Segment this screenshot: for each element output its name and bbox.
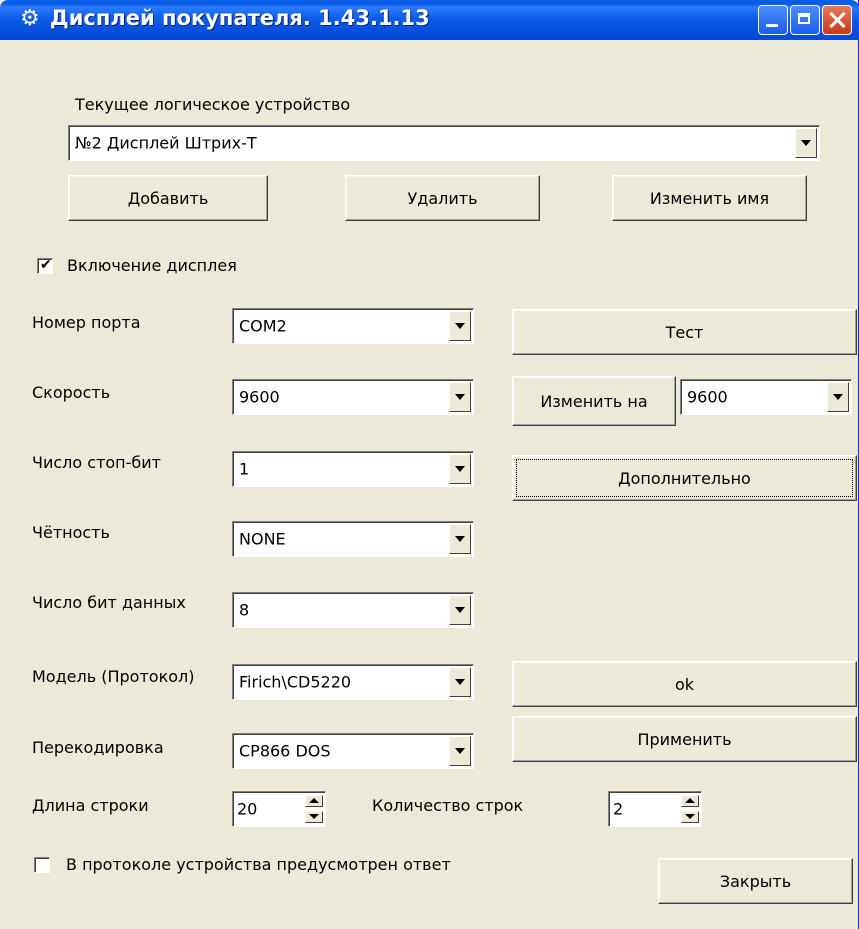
chevron-down-icon[interactable] xyxy=(449,736,471,766)
port-select-value: COM2 xyxy=(239,316,287,336)
device-select-value: №2 Дисплей Штрих-Т xyxy=(75,133,257,153)
chevron-down-icon[interactable] xyxy=(449,667,471,697)
speed-select[interactable]: 9600 xyxy=(232,379,474,415)
model-label: Модель (Протокол) xyxy=(32,667,195,686)
data-bits-select-value: 8 xyxy=(239,600,250,620)
model-select[interactable]: Firich\CD5220 xyxy=(232,664,474,700)
chevron-down-icon[interactable] xyxy=(449,382,471,412)
line-count-label: Количество строк xyxy=(372,796,524,815)
test-button[interactable]: Тест xyxy=(512,309,857,355)
recode-select-value: CP866 DOS xyxy=(239,741,331,761)
spin-down-icon[interactable] xyxy=(681,811,699,823)
chevron-down-icon[interactable] xyxy=(795,128,817,158)
chevron-down-icon[interactable] xyxy=(827,382,849,412)
speed-select-value: 9600 xyxy=(239,387,280,407)
advanced-button[interactable]: Дополнительно xyxy=(512,455,857,501)
response-checkbox[interactable] xyxy=(34,857,50,873)
spin-up-icon[interactable] xyxy=(305,795,323,807)
enable-display-checkbox[interactable]: ✔ xyxy=(37,257,53,274)
line-count-stepper[interactable]: 2 xyxy=(608,791,702,827)
response-label: В протоколе устройства предусмотрен отве… xyxy=(66,855,451,874)
port-select[interactable]: COM2 xyxy=(232,308,474,344)
display-settings-window: ⚙ Дисплей покупателя. 1.43.1.13 Текущее … xyxy=(0,0,859,929)
chevron-down-icon[interactable] xyxy=(449,454,471,484)
device-label: Текущее логическое устройство xyxy=(75,95,351,114)
parity-select[interactable]: NONE xyxy=(232,521,474,557)
rename-device-button[interactable]: Изменить имя xyxy=(612,175,807,221)
chevron-down-icon[interactable] xyxy=(449,524,471,554)
speed-label: Скорость xyxy=(32,383,111,402)
checkmark-icon: ✔ xyxy=(40,257,52,273)
change-speed-button[interactable]: Изменить на xyxy=(512,376,676,426)
minimize-button[interactable] xyxy=(758,5,788,35)
delete-device-button[interactable]: Удалить xyxy=(345,175,540,221)
ok-button[interactable]: ok xyxy=(512,661,857,707)
window-title: Дисплей покупателя. 1.43.1.13 xyxy=(50,6,430,30)
change-speed-value: 9600 xyxy=(687,387,728,407)
line-length-label: Длина строки xyxy=(32,796,149,815)
spin-up-icon[interactable] xyxy=(681,795,699,807)
line-count-value: 2 xyxy=(613,799,624,819)
model-select-value: Firich\CD5220 xyxy=(239,672,352,692)
line-length-stepper[interactable]: 20 xyxy=(232,791,326,827)
title-bar[interactable]: ⚙ Дисплей покупателя. 1.43.1.13 xyxy=(0,0,859,40)
device-select[interactable]: №2 Дисплей Штрих-Т xyxy=(68,125,820,161)
apply-button[interactable]: Применить xyxy=(512,716,857,762)
recode-label: Перекодировка xyxy=(32,738,164,757)
maximize-button[interactable] xyxy=(790,5,820,35)
line-length-value: 20 xyxy=(237,799,258,819)
enable-display-label: Включение дисплея xyxy=(67,256,237,275)
recode-select[interactable]: CP866 DOS xyxy=(232,733,474,769)
stop-bits-label: Число стоп-бит xyxy=(32,453,161,472)
parity-select-value: NONE xyxy=(239,529,286,549)
chevron-down-icon[interactable] xyxy=(449,311,471,341)
stop-bits-select-value: 1 xyxy=(239,459,250,479)
parity-label: Чётность xyxy=(32,523,110,542)
data-bits-label: Число бит данных xyxy=(32,593,186,612)
add-device-button[interactable]: Добавить xyxy=(68,175,268,221)
spin-down-icon[interactable] xyxy=(305,811,323,823)
close-button[interactable]: Закрыть xyxy=(658,858,853,904)
change-speed-select[interactable]: 9600 xyxy=(680,379,852,415)
data-bits-select[interactable]: 8 xyxy=(232,592,474,628)
gear-icon: ⚙ xyxy=(20,6,40,31)
close-window-button[interactable] xyxy=(822,5,852,35)
chevron-down-icon[interactable] xyxy=(449,595,471,625)
stop-bits-select[interactable]: 1 xyxy=(232,451,474,487)
port-label: Номер порта xyxy=(32,313,141,332)
